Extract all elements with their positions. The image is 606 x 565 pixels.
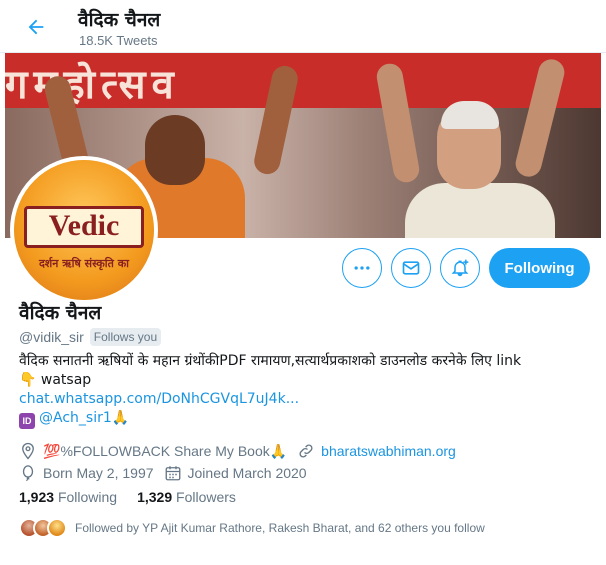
birthday-text: Born May 2, 1997: [43, 465, 154, 481]
more-button[interactable]: [342, 248, 382, 288]
balloon-icon: [22, 465, 34, 482]
back-button[interactable]: [19, 10, 53, 44]
following-count: 1,923: [19, 489, 55, 505]
bio-mention-link[interactable]: @Ach_sir1: [39, 410, 112, 426]
folded-hands-emoji: 🙏: [269, 442, 288, 459]
point-down-emoji: 👇: [19, 372, 37, 388]
profile-meta-row-1: 💯 %FOLLOWBACK Share My Book 🙏 bharatswabhi…: [19, 442, 466, 460]
avatar-logo-word: Vedic: [48, 209, 120, 242]
banner-sign: गमहोत्सव: [5, 53, 601, 108]
profile-header: वैदिक चैनल 18.5K Tweets: [0, 0, 606, 53]
joined-item: Joined March 2020: [164, 464, 307, 482]
message-button[interactable]: [391, 248, 431, 288]
banner-figure: [145, 115, 205, 185]
location-text: %FOLLOWBACK Share My Book: [60, 443, 270, 459]
more-icon: [354, 266, 370, 270]
bio-line-1: वैदिक सनातनी ऋषियों के महान ग्रंथोंकीPDF…: [19, 353, 522, 369]
joined-text: Joined March 2020: [187, 465, 307, 481]
folded-hands-emoji: 🙏: [111, 410, 130, 426]
followed-by-row[interactable]: Followed by YP Ajit Kumar Rathore, Rakes…: [19, 518, 485, 538]
followed-by-text: Followed by YP Ajit Kumar Rathore, Rakes…: [75, 521, 485, 535]
bio-line-4: ID @Ach_sir1🙏: [19, 409, 594, 429]
bio-line-2-text: watsap: [36, 372, 92, 388]
avatar-image: Vedic दर्शन ऋषि संस्कृति का: [14, 160, 154, 300]
bio-whatsapp-link[interactable]: chat.whatsapp.com/DoNhCGVqL7uJ4k...: [19, 391, 299, 407]
profile-handle: @vidik_sir: [19, 329, 84, 345]
following-stat[interactable]: 1,923 Following: [19, 489, 117, 505]
location-item: 💯 %FOLLOWBACK Share My Book 🙏: [19, 442, 287, 460]
avatar[interactable]: Vedic दर्शन ऋषि संस्कृति का: [10, 156, 158, 304]
follow-stats: 1,923 Following 1,329 Followers: [19, 489, 236, 505]
header-tweet-count: 18.5K Tweets: [79, 33, 158, 48]
bio-line-3: chat.whatsapp.com/DoNhCGVqL7uJ4k...: [19, 390, 594, 409]
followers-label: Followers: [176, 489, 236, 505]
banner-sign-text: गमहोत्सव: [5, 62, 180, 108]
profile-meta-row-2: Born May 2, 1997 Joined March 2020: [19, 464, 317, 482]
location-pin-icon: [22, 442, 34, 460]
following-label: Following: [57, 489, 118, 505]
profile-bio: वैदिक सनातनी ऋषियों के महान ग्रंथोंकीPDF…: [19, 352, 594, 429]
calendar-icon: [165, 466, 180, 481]
follows-you-badge: Follows you: [89, 328, 162, 346]
website-link[interactable]: bharatswabhiman.org: [321, 443, 456, 459]
bell-plus-icon: [451, 259, 469, 277]
profile-name: वैदिक चैनल: [19, 302, 102, 324]
banner-figure: [405, 183, 555, 238]
bio-line-2: 👇 watsap: [19, 371, 594, 390]
hundred-points-emoji: 💯: [43, 442, 61, 459]
id-icon: ID: [19, 413, 35, 429]
following-button[interactable]: Following: [489, 248, 590, 288]
mail-icon: [402, 261, 420, 275]
avatar-logo-tagline: दर्शन ऋषि संस्कृति का: [38, 257, 130, 270]
followers-stat[interactable]: 1,329 Followers: [137, 489, 236, 505]
link-icon: [299, 444, 313, 458]
handle-row: @vidik_sir Follows you: [19, 328, 162, 346]
birthday-item: Born May 2, 1997: [19, 464, 154, 482]
website-item: bharatswabhiman.org: [297, 442, 456, 460]
banner-figure: [441, 101, 499, 129]
follower-avatar: [47, 518, 67, 538]
arrow-left-icon: [28, 19, 44, 35]
followers-count: 1,329: [137, 489, 173, 505]
followed-by-avatars: [19, 518, 69, 538]
notifications-button[interactable]: [440, 248, 480, 288]
header-title: वैदिक चैनल: [78, 9, 161, 31]
profile-actions: Following: [342, 248, 590, 288]
